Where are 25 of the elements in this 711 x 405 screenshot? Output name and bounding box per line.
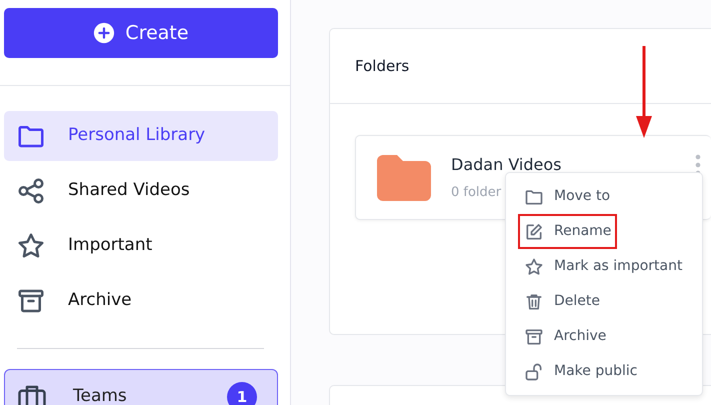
share-icon	[16, 176, 46, 206]
trash-icon	[524, 292, 544, 312]
create-button[interactable]: Create	[4, 8, 278, 58]
panel-title: Folders	[355, 56, 410, 77]
sidebar-item[interactable]: Important	[4, 221, 278, 271]
sidebar-item[interactable]: Archive	[4, 276, 278, 326]
archive-icon	[524, 326, 544, 346]
folder-name: Dadan Videos	[451, 154, 562, 176]
menu-item[interactable]: Move to	[518, 179, 616, 214]
unlocked-padlock-icon	[524, 362, 544, 382]
sidebar-item[interactable]: Personal Library	[4, 111, 278, 161]
menu-item[interactable]: Delete	[518, 284, 606, 319]
star-icon	[524, 256, 544, 276]
menu-item[interactable]: Rename	[518, 214, 618, 249]
teams-item[interactable]: Teams 1	[4, 369, 278, 405]
menu-item[interactable]: Archive	[518, 319, 612, 354]
folder-icon	[377, 154, 431, 200]
plus-circle-icon	[93, 22, 116, 44]
pencil-icon	[524, 222, 544, 242]
sidebar-item[interactable]: Shared Videos	[4, 166, 278, 216]
teams-label: Teams	[73, 385, 127, 405]
menu-item[interactable]: Make public	[518, 354, 644, 389]
count-badge: 1	[227, 382, 257, 405]
folder-meta: 0 folder	[451, 184, 502, 202]
menu-item[interactable]: Mark as important	[518, 249, 688, 284]
